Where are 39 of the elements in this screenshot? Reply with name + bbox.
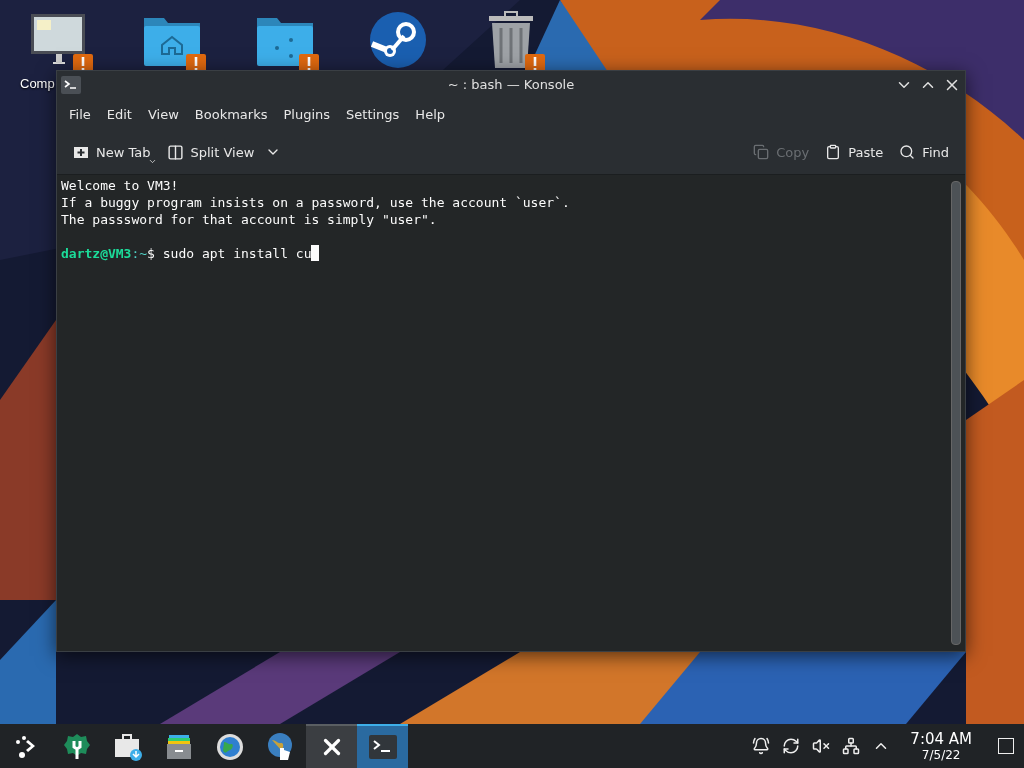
menu-item[interactable]: View bbox=[139, 102, 187, 126]
desktop-icon-label[interactable]: Comp bbox=[20, 76, 55, 91]
briefcase-icon[interactable] bbox=[112, 733, 143, 761]
archive-icon[interactable] bbox=[164, 733, 193, 761]
network-icon[interactable] bbox=[842, 737, 861, 755]
terminal-icon[interactable] bbox=[367, 734, 398, 760]
clipboard-icon bbox=[825, 144, 842, 160]
prompt-line: dartz@VM3:~$ sudo apt install cu bbox=[61, 245, 943, 262]
wrench-gear-icon[interactable] bbox=[62, 733, 91, 761]
new-tab-button[interactable]: New Tab bbox=[65, 138, 159, 166]
bell-icon[interactable] bbox=[752, 737, 771, 755]
cursor bbox=[311, 245, 320, 261]
show-desktop-button[interactable] bbox=[998, 738, 1014, 754]
menu-item[interactable]: Edit bbox=[98, 102, 140, 126]
split-view-button[interactable]: Split View bbox=[158, 137, 290, 167]
terminal-line: The passsword for that account is simply "user". bbox=[61, 211, 438, 228]
menu-item[interactable]: Bookmarks bbox=[186, 102, 276, 126]
scrollbar-thumb[interactable] bbox=[951, 181, 961, 645]
terminal-line: If a buggy program insists on a password, use the account `user`. bbox=[61, 194, 571, 211]
menu-item[interactable]: Help bbox=[407, 102, 453, 126]
task-button[interactable] bbox=[306, 724, 357, 768]
paste-button[interactable]: Paste bbox=[817, 138, 892, 166]
search-icon bbox=[899, 144, 916, 160]
split-view-icon bbox=[166, 143, 184, 161]
caret-icon[interactable] bbox=[147, 157, 157, 166]
clock[interactable]: 7:04 AM 7/5/22 bbox=[910, 730, 972, 762]
new-tab-icon bbox=[73, 144, 89, 160]
steam-logo-icon bbox=[367, 10, 428, 70]
copy-icon bbox=[753, 144, 770, 160]
menu-item[interactable]: Settings bbox=[338, 102, 408, 126]
globe-gear-icon[interactable] bbox=[215, 733, 244, 761]
menu-item[interactable]: File bbox=[61, 102, 99, 126]
find-button[interactable]: Find bbox=[891, 138, 957, 166]
terminal-icon bbox=[61, 75, 81, 94]
refresh-icon[interactable] bbox=[782, 737, 801, 755]
muted-speaker-icon[interactable] bbox=[812, 737, 831, 755]
terminal-line: Welcome to VM3! bbox=[61, 177, 180, 194]
window-title: ~ : bash — Konsole bbox=[446, 77, 576, 92]
menu-item[interactable]: Plugins bbox=[275, 102, 339, 126]
